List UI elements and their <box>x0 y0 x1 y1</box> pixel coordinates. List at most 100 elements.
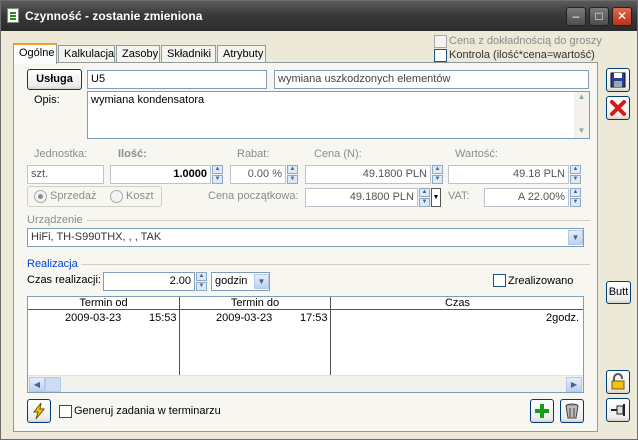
quantity-label: Ilość: <box>118 148 147 160</box>
column-header-from[interactable]: Termin od <box>28 297 180 310</box>
pin-button[interactable] <box>606 398 630 422</box>
butt-button[interactable]: Butt <box>606 281 631 304</box>
spin-up-icon[interactable]: ▲ <box>196 272 207 281</box>
precision-label: Cena z dokładnością do groszy <box>449 35 602 47</box>
device-value: HiFi, TH-S990THX, , , TAK <box>31 231 162 243</box>
column-divider <box>179 297 180 375</box>
spin-down-icon[interactable]: ▼ <box>570 198 581 207</box>
device-group-line <box>87 220 590 221</box>
quantity-spinner[interactable]: ▲ ▼ <box>212 165 223 184</box>
scroll-right-icon[interactable]: ▶ <box>566 377 582 392</box>
title-bar[interactable]: Czynność - zostanie zmieniona – □ ✕ <box>1 1 637 31</box>
vat-spinner[interactable]: ▲ ▼ <box>570 188 581 207</box>
spin-down-icon[interactable]: ▼ <box>570 175 581 184</box>
minimize-button[interactable]: – <box>566 7 586 26</box>
done-label: Zrealizowano <box>508 275 574 287</box>
service-code-input[interactable]: U5 <box>87 70 267 89</box>
vat-label: VAT: <box>448 190 470 202</box>
lock-button[interactable] <box>606 370 630 394</box>
scroll-up-icon[interactable]: ▲ <box>574 92 589 104</box>
value-label: Wartość: <box>455 148 498 160</box>
add-button[interactable] <box>530 399 554 423</box>
generate-tasks-label: Generuj zadania w terminarzu <box>74 405 221 417</box>
tab-label: Składniki <box>167 48 212 60</box>
delete-button[interactable] <box>560 399 584 423</box>
maximize-button[interactable]: □ <box>589 7 609 26</box>
device-select[interactable]: HiFi, TH-S990THX, , , TAK <box>27 228 584 247</box>
tab-atrybuty[interactable]: Atrybuty <box>217 45 266 63</box>
cell-from-time: 15:53 <box>149 312 177 324</box>
spin-up-icon[interactable]: ▲ <box>570 188 581 197</box>
document-icon <box>7 8 19 23</box>
spin-down-icon[interactable]: ▼ <box>419 198 430 207</box>
spin-up-icon[interactable]: ▲ <box>419 188 430 197</box>
spin-down-icon[interactable]: ▼ <box>212 175 223 184</box>
table-horizontal-scrollbar[interactable]: ◀ ▶ <box>28 375 583 392</box>
cell-to-date: 2009-03-23 <box>216 312 273 324</box>
save-button[interactable] <box>606 68 630 92</box>
scroll-down-icon[interactable]: ▼ <box>574 126 589 138</box>
unit-input[interactable]: szt. <box>27 165 104 184</box>
initial-price-dropdown[interactable]: ▼ <box>431 188 441 207</box>
generate-tasks-checkbox[interactable] <box>59 405 72 418</box>
sale-label: Sprzedaż <box>50 190 97 202</box>
description-textarea[interactable]: wymiana kondensatora ▲ ▼ <box>87 91 590 139</box>
discount-spinner[interactable]: ▲ ▼ <box>287 165 298 184</box>
spin-up-icon[interactable]: ▲ <box>287 165 298 174</box>
spin-up-icon[interactable]: ▲ <box>432 165 443 174</box>
scroll-thumb[interactable] <box>45 377 61 392</box>
tab-kalkulacja[interactable]: Kalkulacja <box>58 45 115 63</box>
chevron-down-icon: ▼ <box>571 233 580 242</box>
column-header-to[interactable]: Termin do <box>180 297 331 310</box>
value-input[interactable]: 49.18 PLN <box>448 165 569 184</box>
dialog-window: Czynność - zostanie zmieniona – □ ✕ Cena… <box>0 0 638 440</box>
precision-checkbox[interactable] <box>434 35 447 48</box>
spin-down-icon[interactable]: ▼ <box>287 175 298 184</box>
scroll-left-icon[interactable]: ◀ <box>29 377 45 392</box>
close-button[interactable]: ✕ <box>612 7 632 26</box>
chevron-down-icon: ▼ <box>257 277 266 286</box>
time-unit-dropdown-button[interactable]: ▼ <box>254 274 269 289</box>
pushpin-icon <box>611 404 625 416</box>
cost-radio[interactable] <box>110 190 123 203</box>
tab-zasoby[interactable]: Zasoby <box>116 45 160 63</box>
column-divider <box>330 297 331 375</box>
chevron-down-icon: ▼ <box>432 194 440 201</box>
discount-input[interactable]: 0.00 % <box>230 165 286 184</box>
cost-label: Koszt <box>126 190 154 202</box>
spin-up-icon[interactable]: ▲ <box>212 165 223 174</box>
done-checkbox[interactable] <box>493 274 506 287</box>
price-input[interactable]: 49.1800 PLN <box>305 165 431 184</box>
spin-up-icon[interactable]: ▲ <box>570 165 581 174</box>
device-dropdown-button[interactable]: ▼ <box>568 230 583 245</box>
service-button[interactable]: Usługa <box>27 69 82 90</box>
quantity-input[interactable]: 1.0000 <box>110 165 211 184</box>
tab-ogolne[interactable]: Ogólne <box>13 43 57 64</box>
schedule-table[interactable]: Termin od Termin do Czas 2009-03-23 15:5… <box>27 296 584 393</box>
control-checkbox[interactable] <box>434 49 447 62</box>
tab-label: Zasoby <box>122 48 159 60</box>
time-spinner[interactable]: ▲ ▼ <box>196 272 207 291</box>
value-spinner[interactable]: ▲ ▼ <box>570 165 581 184</box>
tab-skladniki[interactable]: Składniki <box>161 45 216 63</box>
window-title: Czynność - zostanie zmieniona <box>25 9 203 23</box>
close-icon: ✕ <box>616 9 628 23</box>
price-spinner[interactable]: ▲ ▼ <box>432 165 443 184</box>
cancel-button[interactable] <box>606 96 630 120</box>
description-label: Opis: <box>34 94 60 106</box>
vat-input[interactable]: A 22.00% <box>484 188 569 207</box>
column-header-duration[interactable]: Czas <box>331 297 583 310</box>
spin-down-icon[interactable]: ▼ <box>196 282 207 291</box>
service-name-input[interactable]: wymiana uszkodzonych elementów <box>274 70 589 89</box>
description-scrollbar[interactable]: ▲ ▼ <box>574 92 589 138</box>
initial-price-input[interactable]: 49.1800 PLN <box>305 188 418 207</box>
generate-tasks-button[interactable] <box>27 399 51 423</box>
time-label: Czas realizacji: <box>27 274 101 286</box>
time-input[interactable]: 2.00 <box>103 272 195 291</box>
initial-price-spinner[interactable]: ▲ ▼ <box>419 188 430 207</box>
description-text: wymiana kondensatora <box>91 94 205 106</box>
sale-radio[interactable] <box>34 190 47 203</box>
initial-price-label: Cena początkowa: <box>208 190 299 202</box>
spin-down-icon[interactable]: ▼ <box>432 175 443 184</box>
trash-icon <box>565 403 579 419</box>
